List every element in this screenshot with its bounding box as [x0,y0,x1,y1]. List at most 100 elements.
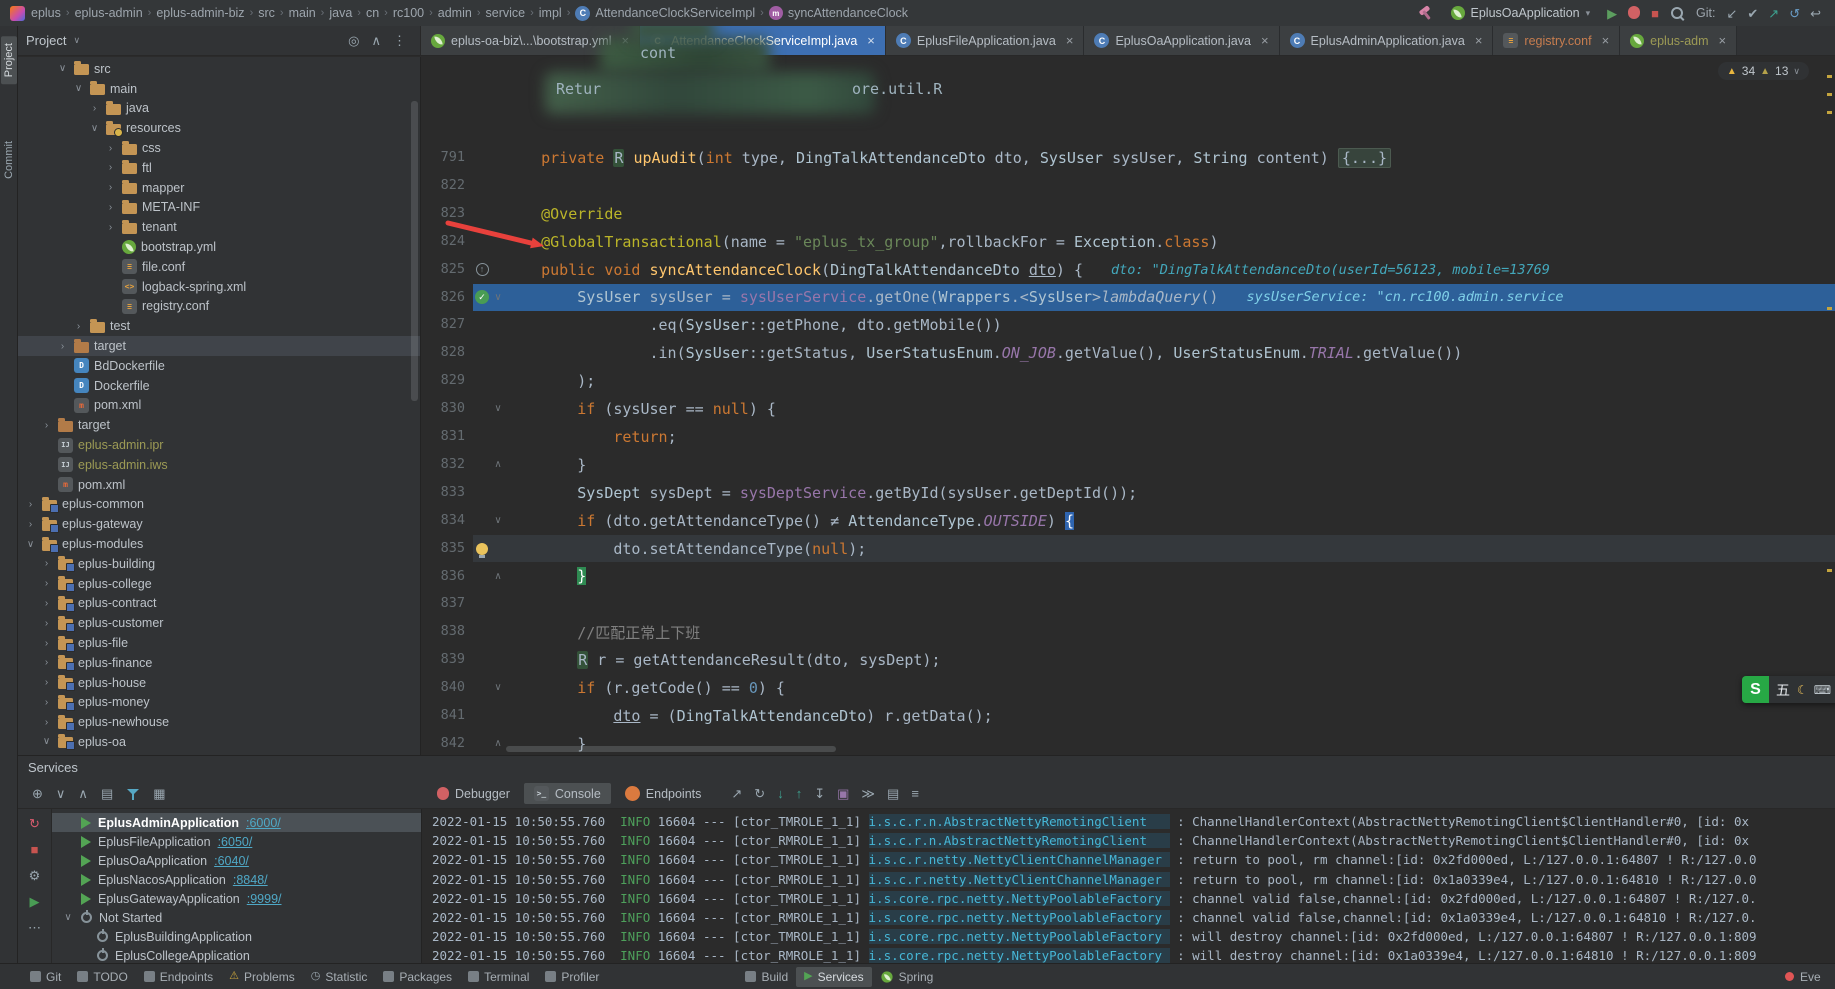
status-problems[interactable]: ⚠ Problems [221,967,303,987]
service-item[interactable]: ∨ Not Started [52,908,421,927]
project-tree-item[interactable]: bootstrap.yml [18,237,420,257]
project-tree-item[interactable]: D BdDockerfile [18,356,420,376]
service-item[interactable]: EplusCollegeApplication [52,946,421,963]
revert-icon[interactable]: ↩ [1810,7,1821,20]
code-line-791[interactable]: 791 private R upAudit(int type, DingTalk… [421,144,1835,172]
filter-icon[interactable] [126,787,140,801]
breadcrumb-class[interactable]: C AttendanceClockServiceImpl [575,5,755,21]
breadcrumb-item[interactable]: eplus [31,6,61,20]
project-tree-item[interactable]: › target [18,415,420,435]
tree-arrow-icon[interactable]: › [40,657,53,668]
tree-arrow-icon[interactable]: › [40,558,53,569]
tree-arrow-icon[interactable]: ∨ [62,912,74,923]
editor-tab[interactable]: C EplusAdminApplication.java × [1279,26,1494,55]
project-tree-item[interactable]: › target [18,336,420,356]
scroll-down-icon[interactable]: ↓ [777,787,784,800]
console-tab-endpoints[interactable]: Endpoints [615,783,712,804]
code-line-831[interactable]: 831 return; [421,423,1835,451]
code-line-830[interactable]: 830 ∨ if (sysUser == null) { [421,395,1835,423]
tree-arrow-icon[interactable]: › [72,321,85,332]
breadcrumb-item[interactable]: java [329,6,352,20]
service-item[interactable]: EplusFileApplication:6050/ [52,832,421,851]
project-tree-item[interactable]: › css [18,138,420,158]
stop-icon[interactable]: ■ [31,843,39,856]
editor-tab[interactable]: ≡ registry.conf × [1493,26,1621,55]
close-tab-icon[interactable]: × [1066,33,1074,48]
project-tree-item[interactable]: › ftl [18,158,420,178]
console-tab-console[interactable]: >_ Console [523,783,611,804]
build-hammer-icon[interactable] [1417,5,1434,21]
project-tree-item[interactable]: › eplus-newhouse [18,712,420,732]
locate-icon[interactable]: ◎ [348,34,359,47]
tree-arrow-icon[interactable]: › [24,519,37,530]
push-icon[interactable]: ↗ [1768,7,1779,20]
collapse-all-icon[interactable]: ∧ [78,787,88,800]
project-tree-item[interactable]: ≡ registry.conf [18,297,420,317]
project-tree-item[interactable]: D Dockerfile [18,376,420,396]
gutter-icon-slot[interactable]: ✓ [473,290,491,305]
project-tree-item[interactable]: IJ eplus-admin.ipr [18,435,420,455]
services-panel-header[interactable]: Services [18,755,1835,779]
project-tree-item[interactable]: › eplus-gateway [18,514,420,534]
project-panel-header[interactable]: Project ∨ ◎ ∧ ⋮ [18,26,421,55]
code-line-839[interactable]: 839 R r = getAttendanceResult(dto, sysDe… [421,646,1835,674]
project-tree-item[interactable]: <> logback-spring.xml [18,277,420,297]
tree-arrow-icon[interactable]: › [40,697,53,708]
editor-tab[interactable]: C EplusFileApplication.java × [885,26,1085,55]
project-tree-item[interactable]: › eplus-common [18,495,420,515]
code-line-827[interactable]: 827 .eq(SysUser::getPhone, dto.getMobile… [421,311,1835,339]
code-line-body[interactable]: private R upAudit(int type, DingTalkAtte… [473,144,1835,172]
tree-arrow-icon[interactable]: › [88,103,101,114]
service-port-link[interactable]: :8848/ [233,873,268,887]
service-port-link[interactable]: :9999/ [247,892,282,906]
error-stripe-mark[interactable] [1827,93,1832,96]
console-tab-debugger[interactable]: Debugger [427,783,520,804]
tree-arrow-icon[interactable]: › [40,578,53,589]
code-line-body[interactable]: ∧ } [473,563,1835,591]
code-line-body[interactable]: return; [473,423,1835,451]
project-tree-item[interactable]: › eplus-contract [18,594,420,614]
tree-arrow-icon[interactable]: ∨ [56,63,69,74]
close-tab-icon[interactable]: × [1475,33,1483,48]
fold-marker[interactable]: ∨ [491,395,505,423]
breadcrumb-item[interactable]: cn [366,6,379,20]
status-todo[interactable]: TODO [69,967,135,987]
status-endpoints[interactable]: Endpoints [136,967,221,987]
project-tree-item[interactable]: › eplus-finance [18,653,420,673]
group-by-icon[interactable]: ▤ [101,787,113,800]
fold-marker[interactable]: ∨ [491,507,505,535]
overriding-method-icon[interactable]: ↑ [475,263,489,277]
breadcrumb-item[interactable]: eplus-admin-biz [156,6,244,20]
fold-marker[interactable]: ∧ [491,730,505,755]
breadcrumb-item[interactable]: main [289,6,316,20]
code-line-835[interactable]: 835 dto.setAttendanceType(null); [421,534,1835,563]
code-line-body[interactable]: dto.setAttendanceType(null); [473,534,1835,563]
stop-icon[interactable]: ■ [1651,6,1659,21]
code-line-823[interactable]: 823 @Override [421,200,1835,228]
soft-wrap-icon[interactable]: ≡ [911,787,919,800]
split-view-icon[interactable]: ▤ [887,787,899,800]
breadcrumb-item[interactable]: src [258,6,275,20]
snapshot-icon[interactable]: ▣ [837,787,849,800]
editor-tab[interactable]: C EplusOaApplication.java × [1084,26,1280,55]
add-service-icon[interactable]: ⊕ [32,787,43,800]
fold-marker[interactable]: ∧ [491,563,505,591]
status-build[interactable]: Build [737,967,796,987]
code-line-833[interactable]: 833 SysDept sysDept = sysDeptService.get… [421,479,1835,507]
debug-icon[interactable] [1628,5,1641,19]
rerun-icon[interactable]: ↻ [29,817,40,830]
code-line-body[interactable]: ↑ public void syncAttendanceClock(DingTa… [473,256,1835,284]
code-line-body[interactable]: ∨ if (dto.getAttendanceType() ≠ Attendan… [473,507,1835,535]
open-in-editor-icon[interactable]: ↗ [731,787,742,800]
code-line-834[interactable]: 834 ∨ if (dto.getAttendanceType() ≠ Atten… [421,507,1835,535]
service-port-link[interactable]: :6000/ [246,816,281,830]
close-tab-icon[interactable]: × [1719,33,1727,48]
project-tree[interactable]: ∨ src ∨ main › java ∨ resources › css › ftl › mapper ›… [18,57,421,755]
project-tree-item[interactable]: › META-INF [18,198,420,218]
tree-arrow-icon[interactable]: › [104,182,117,193]
project-tree-item[interactable]: ∨ eplus-oa [18,732,420,752]
service-port-link[interactable]: :6050/ [218,835,253,849]
project-tree-item[interactable]: › eplus-house [18,673,420,693]
error-stripe-mark[interactable] [1827,75,1832,78]
gutter-icon-slot[interactable] [473,542,491,558]
